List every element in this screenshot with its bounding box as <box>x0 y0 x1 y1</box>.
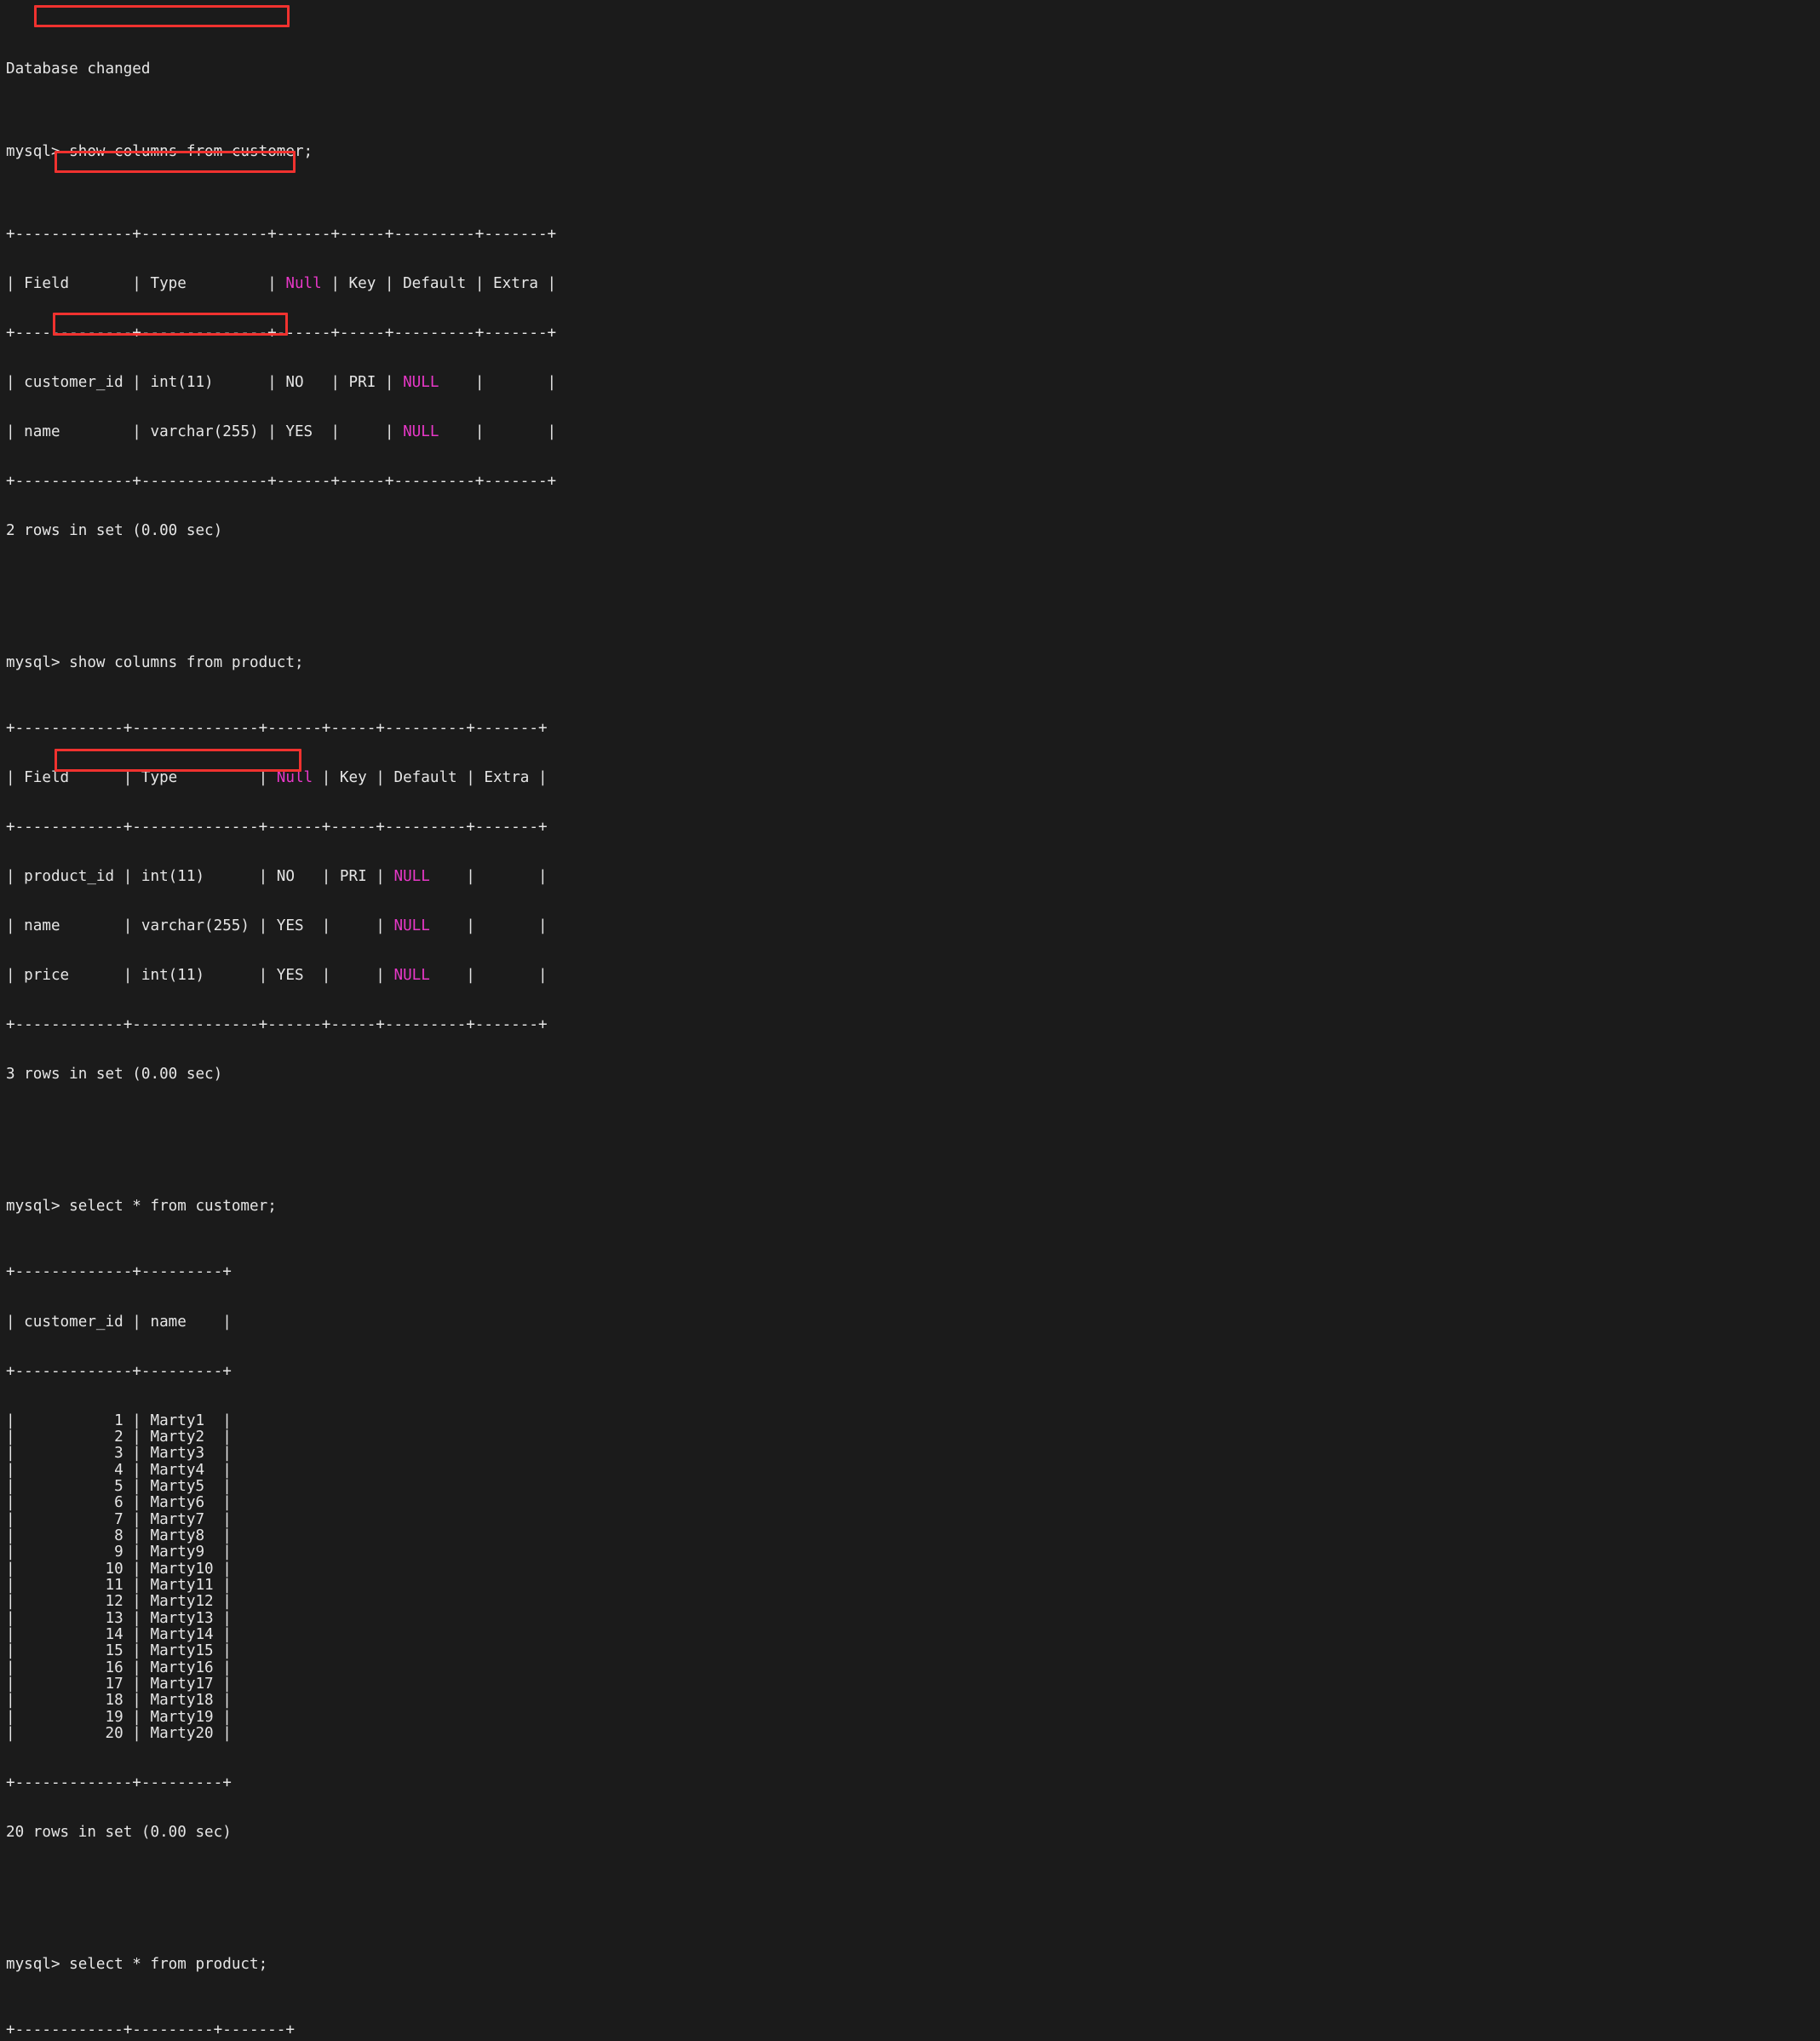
table-row: | 13 | Marty13 | <box>6 1609 232 1627</box>
table-header-row: | customer_id | name | <box>6 1313 232 1331</box>
table-row: | 17 | Marty17 | <box>6 1676 232 1693</box>
table-border-top: +------------+--------------+------+----… <box>6 720 548 738</box>
command-text-3[interactable]: select * from customer; <box>69 1198 277 1215</box>
table-row: | name | varchar(255) | YES | | NULL | | <box>6 423 557 440</box>
header-cells-right: | Key | Default | Extra | <box>313 769 548 787</box>
cell-default-null: NULL <box>393 917 430 935</box>
row-cells-right: | | <box>439 423 557 440</box>
table-row: | 7 | Marty7 | <box>6 1510 232 1528</box>
cell-default-null: NULL <box>393 967 430 985</box>
command-line-show-columns-product: mysql> show columns from product; <box>6 653 556 671</box>
table-row: | 2 | Marty2 | <box>6 1428 232 1446</box>
table-row: | 5 | Marty5 | <box>6 1477 232 1495</box>
command-text-2[interactable]: show columns from product; <box>69 654 303 671</box>
table-row: | name | varchar(255) | YES | | NULL | | <box>6 918 556 934</box>
terminal-screen-output: Database changed mysql> show columns fro… <box>6 0 556 2041</box>
table-row: | price | int(11) | YES | | NULL | | <box>6 968 556 984</box>
table-row: | product_id | int(11) | NO | PRI | NULL… <box>6 869 556 885</box>
table-row: | 19 | Marty19 | <box>6 1708 232 1726</box>
header-cells-left: | Field | Type | <box>6 274 286 292</box>
command-line-select-customer: mysql> select * from customer; <box>6 1198 556 1216</box>
result-footer-customer-columns: 2 rows in set (0.00 sec) <box>6 522 223 539</box>
header-cell-null: Null <box>285 274 322 292</box>
table-row: | 10 | Marty10 | <box>6 1560 232 1578</box>
table-border-bottom: +-------------+---------+ <box>6 1774 232 1792</box>
result-footer-product-columns: 3 rows in set (0.00 sec) <box>6 1066 223 1084</box>
row-cells-left: | name | varchar(255) | YES | | <box>6 917 394 935</box>
prompt-label: mysql> <box>6 1198 70 1216</box>
table-border-top: +------------+---------+-------+ <box>6 2021 295 2039</box>
row-cells-right: | | <box>429 917 548 935</box>
table-border-bottom: +-------------+--------------+------+---… <box>6 472 557 490</box>
table-border-bottom: +------------+--------------+------+----… <box>6 1016 548 1034</box>
customer-table-body: | 1 | Marty1 | | 2 | Marty2 | | 3 | Marty3… <box>6 1411 556 1743</box>
prompt-label: mysql> <box>6 653 70 671</box>
result-footer-customer-rows: 20 rows in set (0.00 sec) <box>6 1824 232 1842</box>
table-header-row: | Field | Type | Null | Key | Default | … <box>6 769 556 787</box>
table-row: | 12 | Marty12 | <box>6 1593 232 1611</box>
table-row: | 20 | Marty20 | <box>6 1725 232 1743</box>
row-cells-left: | name | varchar(255) | YES | | <box>6 423 404 440</box>
mysql-terminal-window[interactable]: Database changed mysql> show columns fro… <box>0 0 1820 2038</box>
table-row: | 6 | Marty6 | <box>6 1494 232 1512</box>
cell-default-null: NULL <box>403 423 439 440</box>
row-cells-left: | price | int(11) | YES | | <box>6 967 394 985</box>
header-cells-left: | Field | Type | <box>6 769 277 787</box>
command-text-4[interactable]: select * from product; <box>69 1956 267 1973</box>
row-cells-right: | | <box>429 868 548 886</box>
row-cells-right: | | <box>439 373 557 391</box>
row-cells-right: | | <box>429 967 548 985</box>
table-row: | 11 | Marty11 | <box>6 1577 232 1594</box>
row-cells-left: | product_id | int(11) | NO | PRI | <box>6 868 394 886</box>
cell-default-null: NULL <box>393 868 430 886</box>
table-row: | customer_id | int(11) | NO | PRI | NUL… <box>6 373 557 391</box>
command-line-show-columns-customer: mysql> show columns from customer; <box>6 143 556 161</box>
table-border-header: +-------------+--------------+------+---… <box>6 324 557 342</box>
table-row: | 16 | Marty16 | <box>6 1659 232 1676</box>
header-cell-null: Null <box>276 769 313 787</box>
table-row: | 4 | Marty4 | <box>6 1461 232 1479</box>
prompt-label: mysql> <box>6 1955 70 1973</box>
header-cells-right: | Key | Default | Extra | <box>321 274 557 292</box>
status-database-changed: Database changed <box>6 60 151 78</box>
table-row: | 14 | Marty14 | <box>6 1626 232 1644</box>
table-header-row: | Field | Type | Null | Key | Default | … <box>6 274 557 292</box>
table-row: | 8 | Marty8 | <box>6 1526 232 1544</box>
cell-default-null: NULL <box>403 373 439 391</box>
table-border-header: +-------------+---------+ <box>6 1362 232 1380</box>
table-border-header: +------------+--------------+------+----… <box>6 819 548 837</box>
table-border-top: +-------------+--------------+------+---… <box>6 225 557 243</box>
prompt-label: mysql> <box>6 143 70 161</box>
row-cells-left: | customer_id | int(11) | NO | PRI | <box>6 373 404 391</box>
table-row: | 15 | Marty15 | <box>6 1642 232 1660</box>
command-text-1[interactable]: show columns from customer; <box>69 143 313 160</box>
table-row: | 3 | Marty3 | <box>6 1445 232 1463</box>
command-line-select-product: mysql> select * from product; <box>6 1955 556 1973</box>
table-row: | 18 | Marty18 | <box>6 1692 232 1710</box>
table-border-top: +-------------+---------+ <box>6 1263 232 1281</box>
table-row: | 9 | Marty9 | <box>6 1544 232 1561</box>
table-row: | 1 | Marty1 | <box>6 1411 232 1429</box>
